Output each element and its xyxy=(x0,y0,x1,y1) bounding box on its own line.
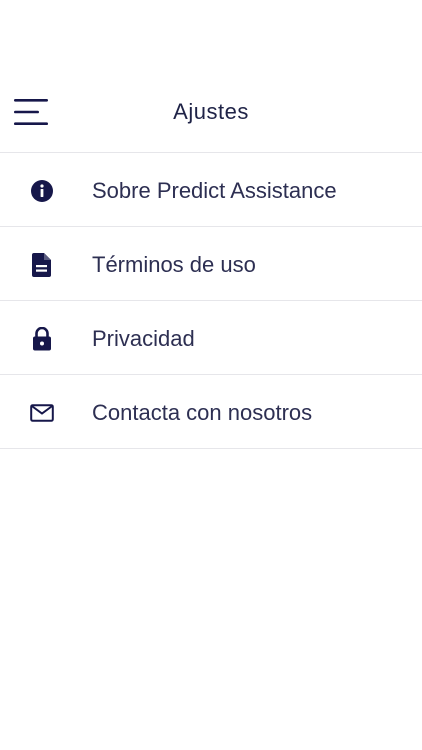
settings-item-label: Sobre Predict Assistance xyxy=(92,178,337,203)
mail-icon xyxy=(30,401,54,425)
settings-item-label: Contacta con nosotros xyxy=(92,400,313,425)
settings-item-terms[interactable]: Términos de uso xyxy=(0,227,422,301)
settings-item-label: Privacidad xyxy=(92,326,195,351)
settings-item-privacy[interactable]: Privacidad xyxy=(0,301,422,375)
settings-list: Sobre Predict Assistance Términos de uso… xyxy=(0,153,422,449)
app-header: Ajustes xyxy=(0,72,422,153)
lock-icon xyxy=(30,327,54,351)
info-icon xyxy=(30,179,54,203)
settings-item-label: Términos de uso xyxy=(92,252,256,277)
settings-item-about[interactable]: Sobre Predict Assistance xyxy=(0,153,422,227)
document-icon xyxy=(30,253,54,277)
settings-item-contact[interactable]: Contacta con nosotros xyxy=(0,375,422,449)
page-title: Ajustes xyxy=(173,99,249,124)
